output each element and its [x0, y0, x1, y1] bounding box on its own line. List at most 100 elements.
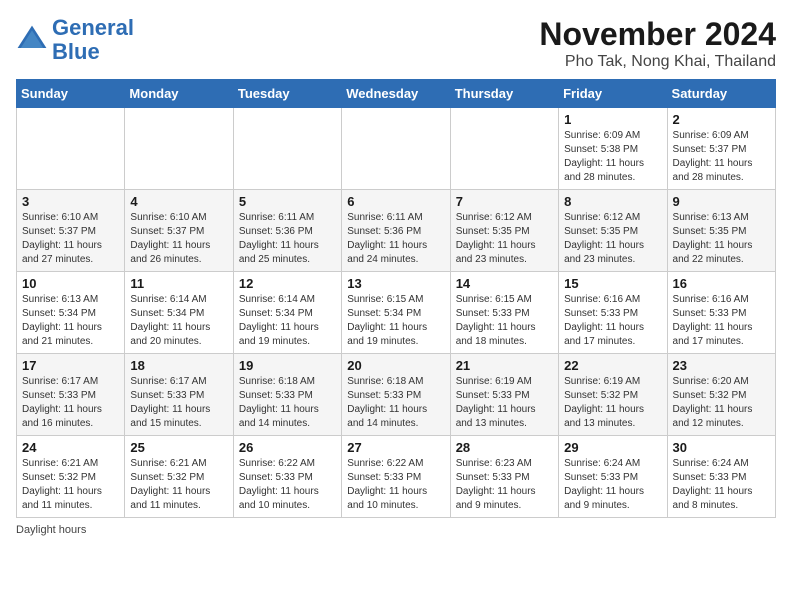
- calendar-cell: 2 Sunrise: 6:09 AM Sunset: 5:37 PM Daylig…: [667, 108, 775, 190]
- day-info: Sunrise: 6:12 AM Sunset: 5:35 PM Dayligh…: [456, 211, 553, 267]
- calendar-week-1: 1 Sunrise: 6:09 AM Sunset: 5:38 PM Daylig…: [17, 108, 776, 190]
- calendar-week-3: 10Sunrise: 6:13 AM Sunset: 5:34 PM Dayli…: [17, 272, 776, 354]
- day-number: 16: [673, 276, 770, 291]
- day-header-tuesday: Tuesday: [233, 80, 341, 108]
- month-title: November 2024: [539, 16, 776, 53]
- calendar-cell: 6 Sunrise: 6:11 AM Sunset: 5:36 PM Daylig…: [342, 190, 450, 272]
- calendar-cell: 5 Sunrise: 6:11 AM Sunset: 5:36 PM Daylig…: [233, 190, 341, 272]
- day-number: 12: [239, 276, 336, 291]
- day-info: Sunrise: 6:09 AM Sunset: 5:37 PM Dayligh…: [673, 129, 770, 185]
- day-header-monday: Monday: [125, 80, 233, 108]
- calendar-cell: [17, 108, 125, 190]
- calendar-cell: 20Sunrise: 6:18 AM Sunset: 5:33 PM Dayli…: [342, 354, 450, 436]
- day-number: 14: [456, 276, 553, 291]
- day-info: Sunrise: 6:12 AM Sunset: 5:35 PM Dayligh…: [564, 211, 661, 267]
- logo-icon: [16, 24, 48, 56]
- day-info: Sunrise: 6:14 AM Sunset: 5:34 PM Dayligh…: [239, 293, 336, 349]
- day-info: Sunrise: 6:24 AM Sunset: 5:33 PM Dayligh…: [673, 457, 770, 513]
- calendar-cell: 7 Sunrise: 6:12 AM Sunset: 5:35 PM Daylig…: [450, 190, 558, 272]
- calendar-cell: 12 Sunrise: 6:14 AM Sunset: 5:34 PM Dayli…: [233, 272, 341, 354]
- day-number: 20: [347, 358, 444, 373]
- day-header-friday: Friday: [559, 80, 667, 108]
- day-info: Sunrise: 6:22 AM Sunset: 5:33 PM Dayligh…: [239, 457, 336, 513]
- calendar-cell: 16 Sunrise: 6:16 AM Sunset: 5:33 PM Dayli…: [667, 272, 775, 354]
- footer-note: Daylight hours: [16, 524, 776, 536]
- calendar-cell: 1 Sunrise: 6:09 AM Sunset: 5:38 PM Daylig…: [559, 108, 667, 190]
- day-info: Sunrise: 6:18 AM Sunset: 5:33 PM Dayligh…: [239, 375, 336, 431]
- calendar-cell: 11 Sunrise: 6:14 AM Sunset: 5:34 PM Dayli…: [125, 272, 233, 354]
- day-number: 23: [673, 358, 770, 373]
- day-info: Sunrise: 6:15 AM Sunset: 5:34 PM Dayligh…: [347, 293, 444, 349]
- day-header-saturday: Saturday: [667, 80, 775, 108]
- day-number: 4: [130, 194, 227, 209]
- day-header-sunday: Sunday: [17, 80, 125, 108]
- day-info: Sunrise: 6:14 AM Sunset: 5:34 PM Dayligh…: [130, 293, 227, 349]
- calendar-cell: 25 Sunrise: 6:21 AM Sunset: 5:32 PM Dayli…: [125, 436, 233, 518]
- day-info: Sunrise: 6:17 AM Sunset: 5:33 PM Dayligh…: [22, 375, 119, 431]
- day-info: Sunrise: 6:16 AM Sunset: 5:33 PM Dayligh…: [673, 293, 770, 349]
- calendar-cell: 27Sunrise: 6:22 AM Sunset: 5:33 PM Dayli…: [342, 436, 450, 518]
- calendar-cell: 14 Sunrise: 6:15 AM Sunset: 5:33 PM Dayli…: [450, 272, 558, 354]
- calendar-cell: 23Sunrise: 6:20 AM Sunset: 5:32 PM Dayli…: [667, 354, 775, 436]
- calendar-cell: 24Sunrise: 6:21 AM Sunset: 5:32 PM Dayli…: [17, 436, 125, 518]
- calendar-cell: [450, 108, 558, 190]
- day-info: Sunrise: 6:13 AM Sunset: 5:35 PM Dayligh…: [673, 211, 770, 267]
- day-info: Sunrise: 6:11 AM Sunset: 5:36 PM Dayligh…: [239, 211, 336, 267]
- logo: General Blue: [16, 16, 134, 64]
- day-info: Sunrise: 6:24 AM Sunset: 5:33 PM Dayligh…: [564, 457, 661, 513]
- calendar-cell: 18 Sunrise: 6:17 AM Sunset: 5:33 PM Dayli…: [125, 354, 233, 436]
- day-number: 26: [239, 440, 336, 455]
- calendar-cell: 15Sunrise: 6:16 AM Sunset: 5:33 PM Dayli…: [559, 272, 667, 354]
- day-info: Sunrise: 6:23 AM Sunset: 5:33 PM Dayligh…: [456, 457, 553, 513]
- day-info: Sunrise: 6:10 AM Sunset: 5:37 PM Dayligh…: [130, 211, 227, 267]
- day-info: Sunrise: 6:22 AM Sunset: 5:33 PM Dayligh…: [347, 457, 444, 513]
- day-number: 29: [564, 440, 661, 455]
- day-number: 6: [347, 194, 444, 209]
- calendar-cell: 10Sunrise: 6:13 AM Sunset: 5:34 PM Dayli…: [17, 272, 125, 354]
- day-number: 1: [564, 112, 661, 127]
- calendar-cell: 22 Sunrise: 6:19 AM Sunset: 5:32 PM Dayli…: [559, 354, 667, 436]
- day-number: 22: [564, 358, 661, 373]
- calendar-cell: 29 Sunrise: 6:24 AM Sunset: 5:33 PM Dayli…: [559, 436, 667, 518]
- day-header-wednesday: Wednesday: [342, 80, 450, 108]
- calendar-week-2: 3 Sunrise: 6:10 AM Sunset: 5:37 PM Daylig…: [17, 190, 776, 272]
- day-number: 30: [673, 440, 770, 455]
- calendar-cell: [233, 108, 341, 190]
- title-area: November 2024 Pho Tak, Nong Khai, Thaila…: [539, 16, 776, 71]
- day-info: Sunrise: 6:15 AM Sunset: 5:33 PM Dayligh…: [456, 293, 553, 349]
- day-number: 19: [239, 358, 336, 373]
- day-header-thursday: Thursday: [450, 80, 558, 108]
- day-number: 13: [347, 276, 444, 291]
- day-number: 9: [673, 194, 770, 209]
- day-number: 10: [22, 276, 119, 291]
- calendar-week-4: 17Sunrise: 6:17 AM Sunset: 5:33 PM Dayli…: [17, 354, 776, 436]
- day-number: 2: [673, 112, 770, 127]
- day-number: 18: [130, 358, 227, 373]
- calendar-cell: 17Sunrise: 6:17 AM Sunset: 5:33 PM Dayli…: [17, 354, 125, 436]
- day-info: Sunrise: 6:11 AM Sunset: 5:36 PM Dayligh…: [347, 211, 444, 267]
- day-info: Sunrise: 6:09 AM Sunset: 5:38 PM Dayligh…: [564, 129, 661, 185]
- day-info: Sunrise: 6:17 AM Sunset: 5:33 PM Dayligh…: [130, 375, 227, 431]
- day-number: 8: [564, 194, 661, 209]
- calendar-cell: [125, 108, 233, 190]
- day-number: 25: [130, 440, 227, 455]
- day-number: 3: [22, 194, 119, 209]
- calendar-table: SundayMondayTuesdayWednesdayThursdayFrid…: [16, 79, 776, 518]
- day-number: 28: [456, 440, 553, 455]
- calendar-week-5: 24 Sunrise: 6:21 AM Sunset: 5:32 PM Dayli…: [17, 436, 776, 518]
- calendar-cell: 19 Sunrise: 6:18 AM Sunset: 5:33 PM Dayli…: [233, 354, 341, 436]
- day-info: Sunrise: 6:19 AM Sunset: 5:32 PM Dayligh…: [564, 375, 661, 431]
- calendar-cell: 9 Sunrise: 6:13 AM Sunset: 5:35 PM Daylig…: [667, 190, 775, 272]
- calendar-cell: 4 Sunrise: 6:10 AM Sunset: 5:37 PM Daylig…: [125, 190, 233, 272]
- day-number: 7: [456, 194, 553, 209]
- day-number: 24: [22, 440, 119, 455]
- location-title: Pho Tak, Nong Khai, Thailand: [539, 53, 776, 71]
- day-number: 11: [130, 276, 227, 291]
- calendar-cell: 3Sunrise: 6:10 AM Sunset: 5:37 PM Daylig…: [17, 190, 125, 272]
- day-info: Sunrise: 6:16 AM Sunset: 5:33 PM Dayligh…: [564, 293, 661, 349]
- day-number: 5: [239, 194, 336, 209]
- calendar-cell: 13 Sunrise: 6:15 AM Sunset: 5:34 PM Dayli…: [342, 272, 450, 354]
- calendar-cell: 26 Sunrise: 6:22 AM Sunset: 5:33 PM Dayli…: [233, 436, 341, 518]
- day-info: Sunrise: 6:21 AM Sunset: 5:32 PM Dayligh…: [130, 457, 227, 513]
- day-info: Sunrise: 6:19 AM Sunset: 5:33 PM Dayligh…: [456, 375, 553, 431]
